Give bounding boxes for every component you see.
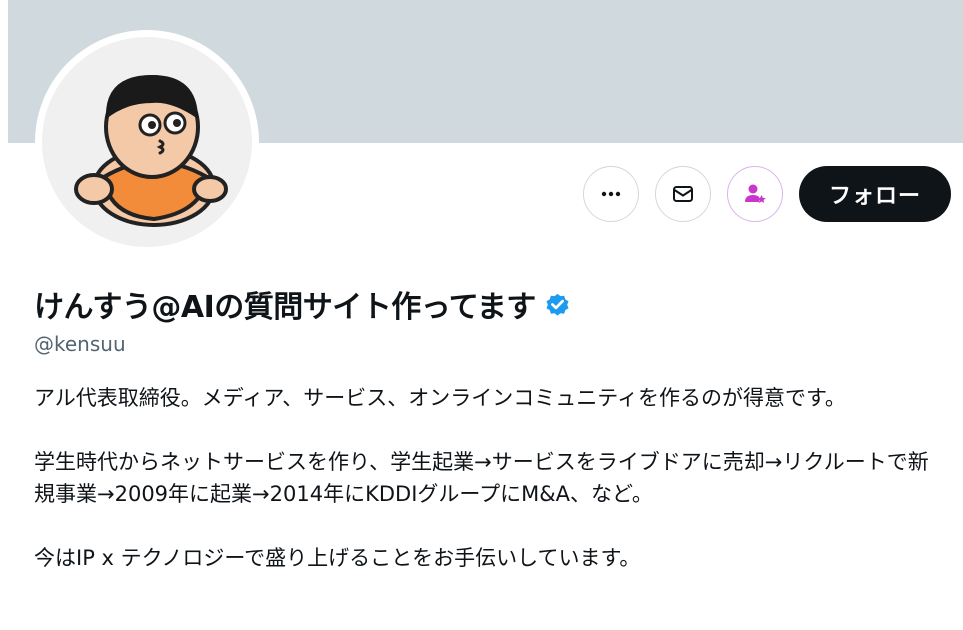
avatar[interactable] [42,37,252,247]
profile-actions: フォロー [583,166,951,222]
envelope-icon [673,186,693,202]
username-handle: @kensuu [34,332,126,356]
verified-badge-icon[interactable] [544,291,571,318]
bio-paragraph: 学生時代からネットサービスを作り、学生起業→サービスをライブドアに売却→リクルー… [34,450,929,506]
bio-paragraph: アル代表取締役。メディア、サービス、オンラインコミュニティを作るのが得意です。 [34,386,846,410]
subscribe-button[interactable] [727,166,783,222]
more-button[interactable] [583,166,639,222]
profile-bio: アル代表取締役。メディア、サービス、オンラインコミュニティを作るのが得意です。 … [34,382,944,574]
avatar-illustration [74,75,228,227]
display-name-row: けんすう@AIの質問サイト作ってます [34,282,571,326]
message-button[interactable] [655,166,711,222]
display-name: けんすう@AIの質問サイト作ってます [34,290,536,325]
subscribe-star-icon [745,184,766,203]
follow-button[interactable]: フォロー [799,166,951,222]
bio-paragraph: 今はIP x テクノロジーで盛り上げることをお手伝いしています。 [34,546,641,570]
more-horizontal-icon [601,191,621,197]
